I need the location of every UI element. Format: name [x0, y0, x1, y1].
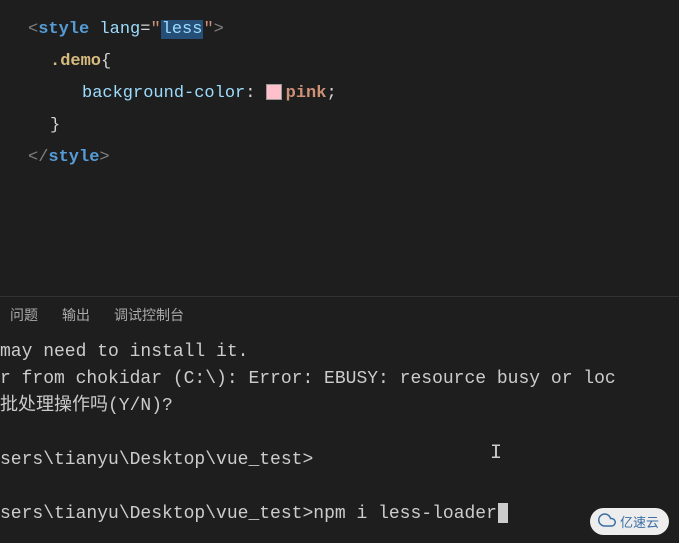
- terminal-line: 批处理操作吗(Y/N)?: [0, 393, 679, 420]
- code-line: </style>: [28, 142, 679, 174]
- terminal-line: [0, 420, 679, 447]
- cloud-icon: [598, 511, 616, 532]
- code-line: .demo{: [28, 46, 679, 78]
- watermark-badge: 亿速云: [590, 508, 669, 535]
- tab-problems[interactable]: 问题: [10, 305, 38, 325]
- terminal-line: [0, 474, 679, 501]
- watermark-text: 亿速云: [620, 512, 659, 531]
- terminal[interactable]: may need to install it. r from chokidar …: [0, 333, 679, 528]
- panel-tabs: 问题 输出 调试控制台: [0, 297, 679, 333]
- code-line: }: [28, 110, 679, 142]
- terminal-line: r from chokidar (C:\): Error: EBUSY: res…: [0, 366, 679, 393]
- terminal-command: npm i less-loader: [313, 504, 497, 524]
- code-editor[interactable]: <style lang="less"> .demo{ background-co…: [0, 0, 679, 296]
- tab-output[interactable]: 输出: [62, 305, 90, 325]
- bottom-panel: 问题 输出 调试控制台 may need to install it. r fr…: [0, 296, 679, 543]
- cursor-icon: [498, 503, 508, 523]
- tab-debug-console[interactable]: 调试控制台: [114, 305, 184, 325]
- color-swatch-icon: [266, 84, 282, 100]
- terminal-prompt: sers\tianyu\Desktop\vue_test>: [0, 504, 313, 524]
- code-line: background-color: pink;: [28, 78, 679, 110]
- code-line: <style lang="less">: [28, 14, 679, 46]
- terminal-input-line: sers\tianyu\Desktop\vue_test>npm i less-…: [0, 501, 679, 528]
- terminal-line: may need to install it.: [0, 339, 679, 366]
- terminal-prompt: sers\tianyu\Desktop\vue_test>: [0, 447, 679, 474]
